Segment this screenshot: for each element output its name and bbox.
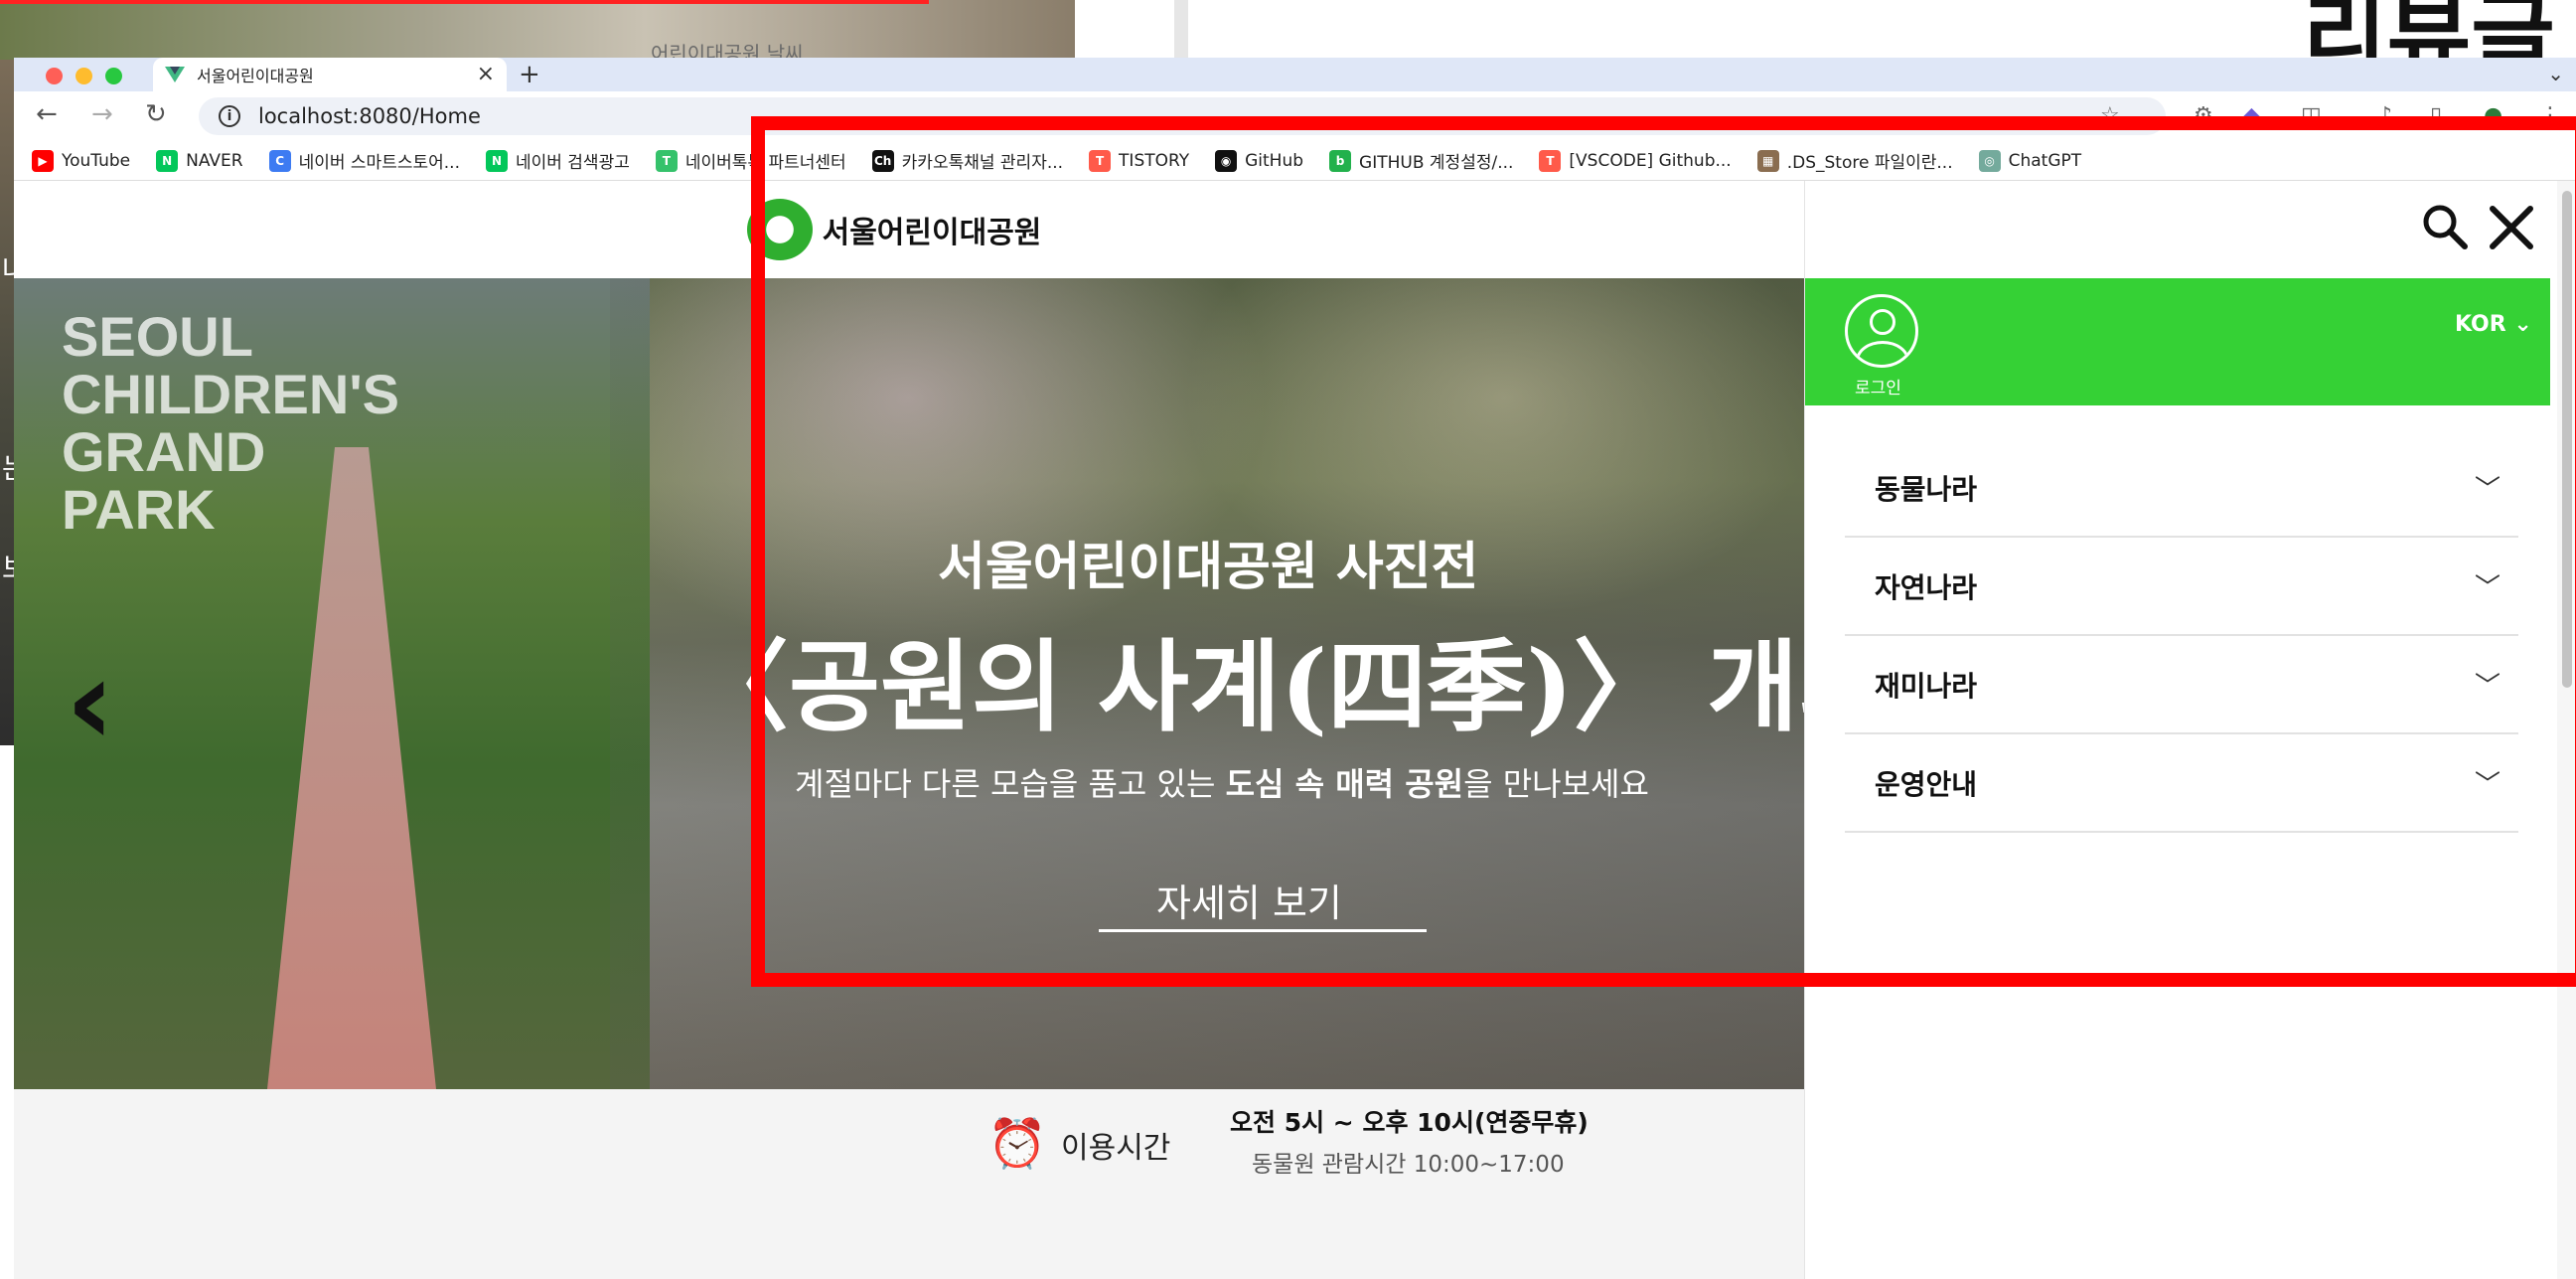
bookmark-favicon-icon: C (268, 149, 291, 172)
bookmark-item[interactable]: N NAVER (156, 149, 243, 172)
forward-icon[interactable]: → (91, 99, 113, 129)
screenshot: 어린이대공원 날씨 리뷰글 나 는 보 서울어린이대공원 × + ⌄ ← → (0, 0, 2576, 1279)
highlight-box (751, 116, 2576, 987)
hero-left-title-line: GRAND (62, 420, 266, 483)
zoo-hours: 동물원 관람시간 10:00~17:00 (1252, 1152, 1565, 1178)
url-text: localhost:8080/Home (258, 104, 481, 128)
bookmark-item[interactable]: ▶ YouTube (32, 149, 131, 172)
tab-bar: 서울어린이대공원 × + ⌄ (14, 58, 2576, 91)
new-tab-button[interactable]: + (519, 60, 540, 89)
tab-search-icon[interactable]: ⌄ (2547, 62, 2564, 85)
minimize-window-button[interactable] (76, 68, 92, 84)
bookmark-label: 네이버 스마트스토어... (298, 153, 460, 173)
hero-prev-arrow-icon[interactable]: ‹ (66, 644, 114, 763)
reload-icon[interactable]: ↻ (145, 99, 167, 129)
bookmark-favicon-icon: T (655, 149, 678, 172)
hero-left-title-line: PARK (62, 478, 216, 541)
bookmark-favicon-icon: N (156, 149, 179, 172)
maximize-window-button[interactable] (105, 68, 122, 84)
bookmark-item[interactable]: N 네이버 검색광고 (485, 148, 630, 173)
tab-close-icon[interactable]: × (477, 64, 495, 85)
hero-left-title-line: CHILDREN'S (62, 363, 399, 425)
close-window-button[interactable] (46, 68, 63, 84)
window-controls (46, 68, 122, 84)
back-icon[interactable]: ← (36, 99, 58, 129)
vue-favicon-icon (165, 67, 185, 82)
bookmark-label: 네이버 검색광고 (515, 153, 630, 173)
background-red-line (0, 0, 929, 4)
hero-left-title: SEOUL CHILDREN'S GRAND PARK (62, 308, 399, 539)
bookmark-item[interactable]: C 네이버 스마트스토어... (268, 148, 460, 173)
background-divider (1174, 0, 1188, 60)
hours-value: 오전 5시 ~ 오후 10시(연중무휴) (1230, 1108, 1589, 1137)
hero-left-title-line: SEOUL (62, 305, 253, 368)
background-tab-text: 어린이대공원 날씨 (651, 42, 804, 60)
browser-tab[interactable]: 서울어린이대공원 × (153, 58, 507, 91)
bookmark-label: YouTube (62, 150, 131, 171)
site-info-icon[interactable]: i (219, 105, 240, 127)
bookmark-label: NAVER (186, 150, 243, 171)
alarm-clock-icon: ⏰ (987, 1116, 1047, 1172)
tab-title: 서울어린이대공원 (197, 67, 314, 85)
bookmark-favicon-icon: ▶ (32, 149, 54, 172)
bookmark-favicon-icon: N (485, 149, 508, 172)
background-window (0, 0, 1075, 60)
hours-label: 이용시간 (1061, 1131, 1171, 1166)
